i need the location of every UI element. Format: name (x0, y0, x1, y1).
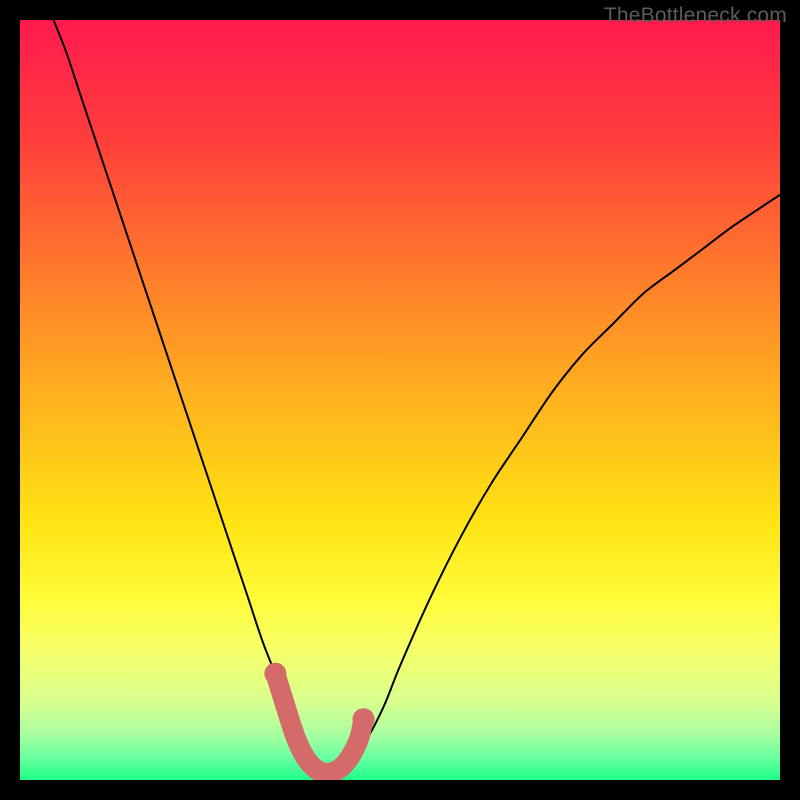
watermark-text: TheBottleneck.com (604, 4, 787, 28)
plot-frame (20, 20, 780, 780)
curve-layer (20, 20, 780, 780)
highlight-markers (275, 674, 363, 773)
bottleneck-curve (50, 20, 780, 773)
